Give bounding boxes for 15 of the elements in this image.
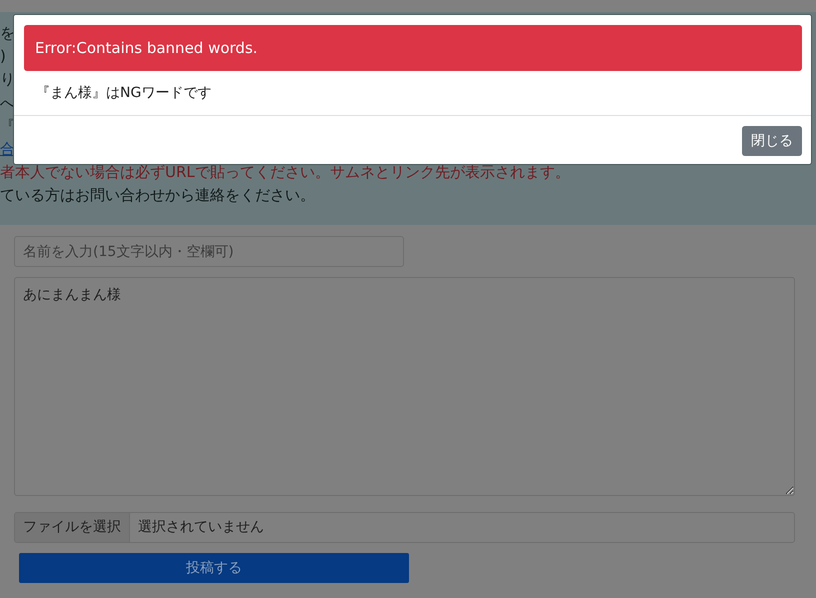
name-field[interactable]: 名前を入力(15文字以内・空欄可) <box>14 236 404 267</box>
close-button[interactable]: 閉じる <box>742 126 802 156</box>
error-alert: Error:Contains banned words. <box>24 25 802 71</box>
notice-text: り <box>0 70 15 88</box>
notice-text: ている方はお問い合わせから連絡をください。 <box>0 186 315 204</box>
warning-text: 者本人でない場合は必ずURLで貼ってください。サムネとリンク先が表示されます。 <box>0 163 570 182</box>
error-message: 『まん様』はNGワードです <box>14 71 811 116</box>
notice-text: を <box>0 24 15 42</box>
submit-button[interactable]: 投稿する <box>19 553 409 583</box>
message-field[interactable]: あにまんまん様 <box>14 277 795 496</box>
notice-text: ) <box>0 47 6 66</box>
notice-link[interactable]: 合 <box>0 140 15 158</box>
file-input[interactable]: ファイルを選択 選択されていません <box>14 512 795 543</box>
choose-file-button[interactable]: ファイルを選択 <box>15 513 130 542</box>
file-status: 選択されていません <box>137 518 265 537</box>
